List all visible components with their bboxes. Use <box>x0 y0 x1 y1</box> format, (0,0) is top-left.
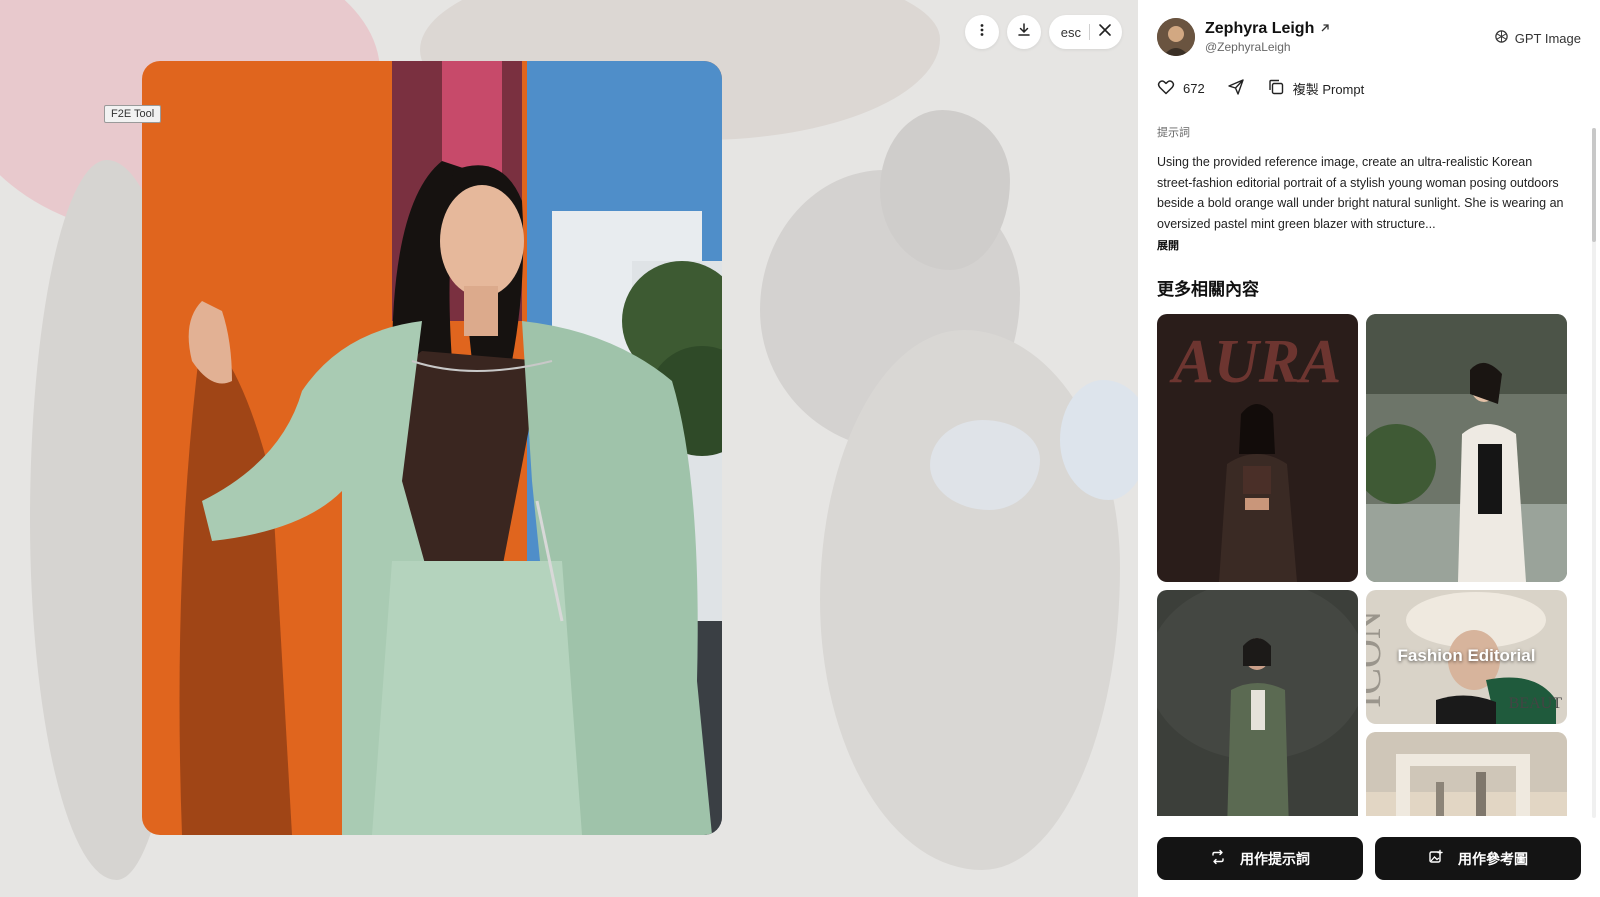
panel-scrollbar[interactable] <box>1592 128 1596 818</box>
bg-blob <box>880 110 1010 270</box>
bg-blob <box>930 420 1040 510</box>
model-badge: GPT Image <box>1494 29 1581 47</box>
divider <box>1089 24 1090 40</box>
card-editorial-label: Fashion Editorial <box>1397 646 1536 665</box>
author-handle: @ZephyraLeigh <box>1205 40 1291 54</box>
image-controls: esc <box>964 15 1122 49</box>
author-name-link[interactable]: Zephyra Leigh <box>1205 20 1330 38</box>
use-as-reference-button[interactable]: 用作參考圖 <box>1375 837 1581 880</box>
prompt-label: 提示詞 <box>1157 127 1190 139</box>
more-vertical-icon <box>975 23 989 42</box>
use-as-prompt-button[interactable]: 用作提示詞 <box>1157 837 1363 880</box>
download-icon <box>1016 22 1032 43</box>
related-grid: AURA ICON BEAUT Fashion Editorial <box>1157 314 1569 816</box>
copy-icon <box>1267 78 1285 99</box>
openai-icon <box>1494 29 1509 47</box>
esc-label: esc <box>1060 24 1081 40</box>
avatar[interactable] <box>1157 18 1195 56</box>
author-name: Zephyra Leigh <box>1205 20 1315 37</box>
image-stage: F2E Tool esc <box>0 0 1138 897</box>
like-count: 672 <box>1183 81 1205 96</box>
image-edit-icon <box>1428 849 1444 868</box>
scrollbar-thumb[interactable] <box>1592 128 1596 242</box>
repeat-icon <box>1210 849 1226 868</box>
download-button[interactable] <box>1006 15 1041 49</box>
card-overlay-text: AURA <box>1169 328 1342 396</box>
bottom-actions: 用作提示詞 用作參考圖 <box>1157 837 1581 880</box>
action-row: 672 複製 Prompt <box>1157 78 1364 99</box>
expand-button[interactable]: 展開 <box>1157 237 1567 253</box>
copy-prompt-label: 複製 Prompt <box>1292 82 1365 97</box>
detail-panel: Zephyra Leigh @ZephyraLeigh GPT Image 67… <box>1138 0 1600 897</box>
related-card[interactable]: ICON BEAUT Fashion Editorial <box>1366 590 1567 724</box>
use-as-reference-label: 用作參考圖 <box>1458 850 1528 867</box>
related-card[interactable]: AURA <box>1157 314 1358 582</box>
like-button[interactable]: 672 <box>1157 78 1205 99</box>
tool-tag: F2E Tool <box>104 105 162 123</box>
model-label: GPT Image <box>1514 30 1581 46</box>
share-button[interactable] <box>1227 78 1245 99</box>
prompt-text: Using the provided reference image, crea… <box>1157 155 1564 231</box>
prompt-section: 提示詞 Using the provided reference image, … <box>1157 124 1567 300</box>
card-beauty-text: BEAUT <box>1509 695 1563 712</box>
heart-icon <box>1157 78 1175 99</box>
related-title: 更多相關內容 <box>1157 280 1259 299</box>
use-as-prompt-label: 用作提示詞 <box>1240 850 1310 867</box>
related-card[interactable] <box>1157 590 1358 816</box>
related-card[interactable] <box>1366 732 1567 816</box>
author-block[interactable]: Zephyra Leigh @ZephyraLeigh <box>1157 18 1330 56</box>
close-icon <box>1098 23 1112 42</box>
copy-prompt-button[interactable]: 複製 Prompt <box>1267 78 1365 99</box>
more-options-button[interactable] <box>964 15 999 49</box>
external-link-icon <box>1320 20 1330 38</box>
send-icon <box>1227 78 1245 99</box>
close-button[interactable]: esc <box>1048 15 1122 49</box>
main-image <box>142 61 722 835</box>
related-card[interactable] <box>1366 314 1567 582</box>
